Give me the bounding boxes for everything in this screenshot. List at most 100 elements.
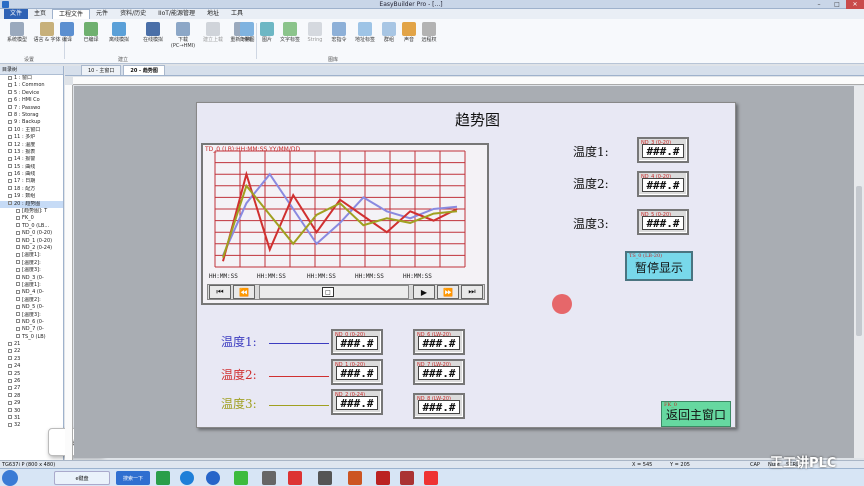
- online-sim-button[interactable]: 在线模拟: [138, 22, 168, 43]
- tree-item[interactable]: 15 : 曲线: [0, 164, 63, 171]
- maximize-button[interactable]: □: [828, 0, 846, 9]
- tree-item[interactable]: 29: [0, 400, 63, 407]
- start-button[interactable]: [2, 470, 18, 486]
- play-button[interactable]: ▶: [413, 285, 435, 299]
- tree-item[interactable]: 16 : 曲线: [0, 171, 63, 178]
- app-icon[interactable]: [318, 471, 332, 485]
- tree-item[interactable]: 12 : 温度: [0, 142, 63, 149]
- wechat-icon[interactable]: [234, 471, 248, 485]
- tree-item[interactable]: 9 : Backup: [0, 119, 63, 126]
- app-icon[interactable]: [348, 471, 362, 485]
- app-icon[interactable]: [288, 471, 302, 485]
- app-icon[interactable]: [262, 471, 276, 485]
- taskbar-item[interactable]: e键盘: [54, 471, 110, 485]
- trend-scroll-knob[interactable]: □: [322, 287, 334, 297]
- tree-item[interactable]: [温度3]:: [0, 312, 63, 319]
- trend-scroll-track[interactable]: □: [259, 285, 409, 299]
- app-icon[interactable]: [180, 471, 194, 485]
- far-display-1[interactable]: ND_6 (LW-20) ###.#: [413, 329, 465, 355]
- tree-item[interactable]: 1 : 窗口: [0, 75, 63, 82]
- tree-item[interactable]: [温度3]:: [0, 267, 63, 274]
- last-page-button[interactable]: ⏭: [461, 285, 483, 299]
- tree-item[interactable]: TD_0 (LB...: [0, 223, 63, 230]
- fast-forward-button[interactable]: ⏩: [437, 285, 459, 299]
- tree-item[interactable]: 31: [0, 415, 63, 422]
- mid-display-3[interactable]: ND_2 (0-24) ###.#: [331, 389, 383, 415]
- tree-item[interactable]: 19 : 数组: [0, 193, 63, 200]
- tree-item[interactable]: ND_7 (0-: [0, 326, 63, 333]
- menu-iiot[interactable]: IIoT/能源管理: [152, 9, 201, 19]
- tree-item[interactable]: 1 : Common: [0, 82, 63, 89]
- tree-item[interactable]: [趋势图]: T: [0, 208, 63, 215]
- tree-item[interactable]: 21: [0, 341, 63, 348]
- tab-trend-window[interactable]: 20 - 趋势图: [123, 65, 165, 75]
- tree-item[interactable]: 25: [0, 371, 63, 378]
- far-display-2[interactable]: ND_7 (LW-20) ###.#: [413, 359, 465, 385]
- tree-item[interactable]: 17 : 日期: [0, 178, 63, 185]
- menu-file[interactable]: 文件: [4, 9, 29, 19]
- menu-home[interactable]: 主页: [28, 9, 52, 19]
- tree-item[interactable]: 28: [0, 393, 63, 400]
- tree-item[interactable]: ND_6 (0-: [0, 319, 63, 326]
- menu-objects[interactable]: 元件: [90, 9, 114, 19]
- tree-item[interactable]: 27: [0, 385, 63, 392]
- app-icon[interactable]: [400, 471, 414, 485]
- tree-item[interactable]: 23: [0, 356, 63, 363]
- trend-display[interactable]: TD_0 (LB):HH:MM:SS YY/MM/DD HH:MM:SS HH:…: [201, 143, 489, 305]
- app-icon[interactable]: [156, 471, 170, 485]
- tree-item[interactable]: ND_5 (0-: [0, 304, 63, 311]
- rewind-button[interactable]: ⏪: [233, 285, 255, 299]
- build-upload-button[interactable]: 建立上载: [198, 22, 228, 43]
- menu-data-history[interactable]: 资料/历史: [114, 9, 152, 19]
- tree-item[interactable]: 8 : Storag: [0, 112, 63, 119]
- system-model-button[interactable]: 系统模型: [2, 22, 32, 43]
- tree-item[interactable]: 18 : 配方: [0, 186, 63, 193]
- menu-project[interactable]: 工程文件: [52, 8, 91, 20]
- return-main-window-button[interactable]: FK_0 返回主窗口: [661, 401, 731, 427]
- tree-item[interactable]: 11 : 多炉: [0, 134, 63, 141]
- tree-item[interactable]: TS_0 (LB): [0, 334, 63, 341]
- tree-item[interactable]: 5 : Device: [0, 90, 63, 97]
- app-icon[interactable]: [424, 471, 438, 485]
- tree-item[interactable]: 10 : 主窗口: [0, 127, 63, 134]
- tree-item[interactable]: [温度2]:: [0, 297, 63, 304]
- download-button[interactable]: 下载 (PC→HMI): [168, 22, 198, 49]
- compiled-button[interactable]: 已编译: [76, 22, 106, 43]
- tree-item[interactable]: 6 : HMI Co: [0, 97, 63, 104]
- taskbar-item[interactable]: 搜索一下: [116, 471, 150, 485]
- scroll-thumb[interactable]: [856, 186, 862, 336]
- tree-item[interactable]: 14 : 报警: [0, 156, 63, 163]
- mid-display-1[interactable]: ND_0 (0-20) ###.#: [331, 329, 383, 355]
- offline-sim-button[interactable]: 离线模拟: [104, 22, 134, 43]
- tree-item[interactable]: 26: [0, 378, 63, 385]
- tree-item[interactable]: [温度2]:: [0, 260, 63, 267]
- app-icon[interactable]: [206, 471, 220, 485]
- tree-item[interactable]: 22: [0, 348, 63, 355]
- app-icon[interactable]: [376, 471, 390, 485]
- first-page-button[interactable]: ⏮: [209, 285, 231, 299]
- tree-item[interactable]: 24: [0, 363, 63, 370]
- menu-address[interactable]: 地址: [201, 9, 225, 19]
- tree-item[interactable]: ND_4 (0-: [0, 289, 63, 296]
- tree-item[interactable]: ND_3 (0-: [0, 275, 63, 282]
- tree-item[interactable]: 7 : Passwo: [0, 105, 63, 112]
- tree-item[interactable]: 20 : 趋势图: [0, 200, 63, 209]
- tab-main-window[interactable]: 10 - 主窗口: [81, 65, 122, 75]
- tree-item[interactable]: 30: [0, 408, 63, 415]
- tree-item[interactable]: 13 : 报表: [0, 149, 63, 156]
- far-display-3[interactable]: ND_8 (LW-20) ###.#: [413, 393, 465, 419]
- menu-tools[interactable]: 工具: [225, 9, 249, 19]
- remote-permission-button[interactable]: 远程权: [414, 22, 444, 43]
- vertical-scrollbar[interactable]: [854, 86, 864, 458]
- temp2-display[interactable]: ND_4 (0-20) ###.#: [637, 171, 689, 197]
- tree-item[interactable]: ND_1 (0-20): [0, 238, 63, 245]
- tree-item[interactable]: [温度1]:: [0, 252, 63, 259]
- minimize-button[interactable]: –: [810, 0, 828, 9]
- pause-display-button[interactable]: TS_0 (LB-20) 暂停显示: [625, 251, 693, 281]
- close-button[interactable]: ✕: [846, 0, 864, 9]
- tree-item[interactable]: ND_0 (0-20): [0, 230, 63, 237]
- temp1-display[interactable]: ND_3 (0-20) ###.#: [637, 137, 689, 163]
- tree-item[interactable]: [温度1]:: [0, 282, 63, 289]
- tree-item[interactable]: ND_2 (0-24): [0, 245, 63, 252]
- temp3-display[interactable]: ND_5 (0-20) ###.#: [637, 209, 689, 235]
